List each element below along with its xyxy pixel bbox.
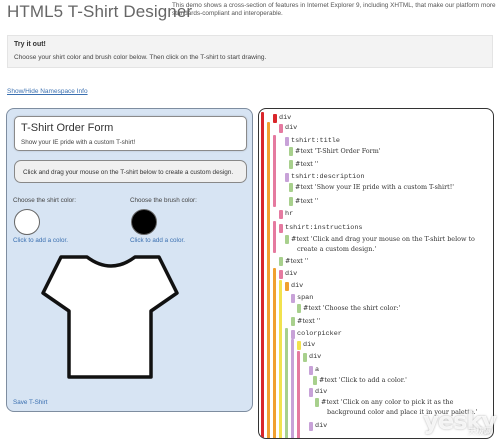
tree-node-marker (309, 422, 313, 431)
tree-node-marker (291, 317, 295, 326)
tree-node-marker (285, 137, 289, 146)
tree-element-node[interactable]: tshirt:instructions (285, 224, 363, 233)
tree-text-node[interactable]: #text '' (295, 197, 318, 206)
tshirt-order-form-panel: T-Shirt Order Form Show your IE pride wi… (6, 108, 253, 412)
brush-color-label: Choose the brush color: (130, 197, 197, 204)
save-tshirt-link[interactable]: Save T-Shirt (13, 399, 48, 406)
tryout-title: Try it out! (14, 41, 46, 48)
tree-nesting-bar (267, 122, 270, 438)
tree-node-marker (285, 173, 289, 182)
tree-node-marker (315, 398, 319, 407)
tshirt-shape[interactable] (41, 255, 179, 379)
tree-nesting-bar (261, 112, 264, 438)
instructions-text: Click and drag your mouse on the T-shirt… (23, 169, 234, 176)
tree-text-node[interactable]: #text 'Choose the shirt color:' (303, 304, 400, 313)
shirt-color-add-link[interactable]: Click to add a color. (13, 237, 68, 244)
tshirt-canvas[interactable] (41, 253, 181, 381)
form-title: T-Shirt Order Form (21, 122, 114, 134)
tree-node-marker (291, 330, 295, 339)
page-description: This demo shows a cross-section of featu… (172, 2, 496, 17)
tree-node-marker (285, 282, 289, 291)
tree-text-node[interactable]: #text 'Click and drag your mouse on the … (291, 235, 475, 244)
tryout-text: Choose your shirt color and brush color … (14, 54, 267, 61)
tree-element-node[interactable]: div (303, 341, 315, 350)
tree-element-node[interactable]: div (315, 422, 327, 431)
tree-nesting-bar (291, 339, 294, 438)
tree-node-marker (285, 235, 289, 244)
tree-nesting-bar (273, 135, 276, 207)
tree-element-node[interactable]: tshirt:title (291, 137, 340, 146)
shirt-color-swatch[interactable] (14, 209, 40, 235)
tree-element-node[interactable]: div (279, 114, 291, 123)
tree-element-node[interactable]: div (315, 388, 327, 397)
shirt-color-label: Choose the shirt color: (13, 197, 76, 204)
tree-node-marker (279, 124, 283, 133)
tree-text-node[interactable]: #text '' (295, 160, 318, 169)
tree-element-node[interactable]: div (309, 353, 321, 362)
tree-node-marker (303, 353, 307, 362)
brush-color-swatch[interactable] (131, 209, 157, 235)
tree-node-marker (279, 224, 283, 233)
tree-node-marker (313, 376, 317, 385)
tree-nesting-bar (279, 280, 282, 438)
tree-node-marker (289, 160, 293, 169)
tree-element-node[interactable]: a (315, 366, 319, 375)
tree-node-marker (297, 341, 301, 350)
instructions-box: Click and drag your mouse on the T-shirt… (14, 160, 247, 183)
tree-node-marker (291, 294, 295, 303)
tree-node-marker (297, 304, 301, 313)
page-title: HTML5 T-Shirt Designer (7, 2, 193, 21)
form-description: Show your IE pride with a custom T-shirt… (21, 139, 136, 146)
tree-node-marker (279, 210, 283, 219)
tree-element-node[interactable]: div (291, 282, 303, 291)
tree-node-marker (289, 147, 293, 156)
tree-text-node[interactable]: create a custom design.' (297, 245, 376, 254)
tree-element-node[interactable]: tshirt:description (291, 173, 364, 182)
tree-node-marker (279, 257, 283, 266)
tree-node-marker (309, 388, 313, 397)
tree-text-node[interactable]: #text 'T-Shirt Order Form' (295, 147, 381, 156)
tree-text-node[interactable]: #text '' (285, 257, 308, 266)
tree-text-node[interactable]: #text 'Click to add a color.' (319, 376, 407, 385)
tree-element-node[interactable]: hr (285, 210, 293, 219)
tree-element-node[interactable]: div (285, 124, 297, 133)
tree-node-marker (289, 197, 293, 206)
tree-text-node[interactable]: #text 'Click on any color to pick it as … (321, 398, 453, 407)
tree-node-marker (289, 183, 293, 192)
show-hide-namespace-link[interactable]: Show/Hide Namespace Info (7, 88, 88, 95)
tree-node-marker (309, 366, 313, 375)
tree-nesting-bar (273, 221, 276, 253)
tree-text-node[interactable]: #text 'Show your IE pride with a custom … (295, 183, 454, 192)
tree-element-node[interactable]: span (297, 294, 313, 303)
watermark-text: 天极网 (468, 427, 492, 436)
tree-element-node[interactable]: div (285, 270, 297, 279)
tree-nesting-bar (297, 351, 300, 438)
tree-text-node[interactable]: #text '' (297, 317, 320, 326)
form-header: T-Shirt Order Form Show your IE pride wi… (14, 116, 247, 151)
tree-element-node[interactable]: colorpicker (297, 330, 342, 339)
namespace-tree-panel: div div tshirt:title #text 'T-Shirt Order F… (258, 108, 494, 439)
tree-node-marker (279, 270, 283, 279)
tryout-box: Try it out! Choose your shirt color and … (7, 35, 493, 68)
tree-node-marker (273, 114, 277, 123)
tree-nesting-bar (285, 328, 288, 438)
brush-color-add-link[interactable]: Click to add a color. (130, 237, 185, 244)
tree-nesting-bar (273, 268, 276, 438)
